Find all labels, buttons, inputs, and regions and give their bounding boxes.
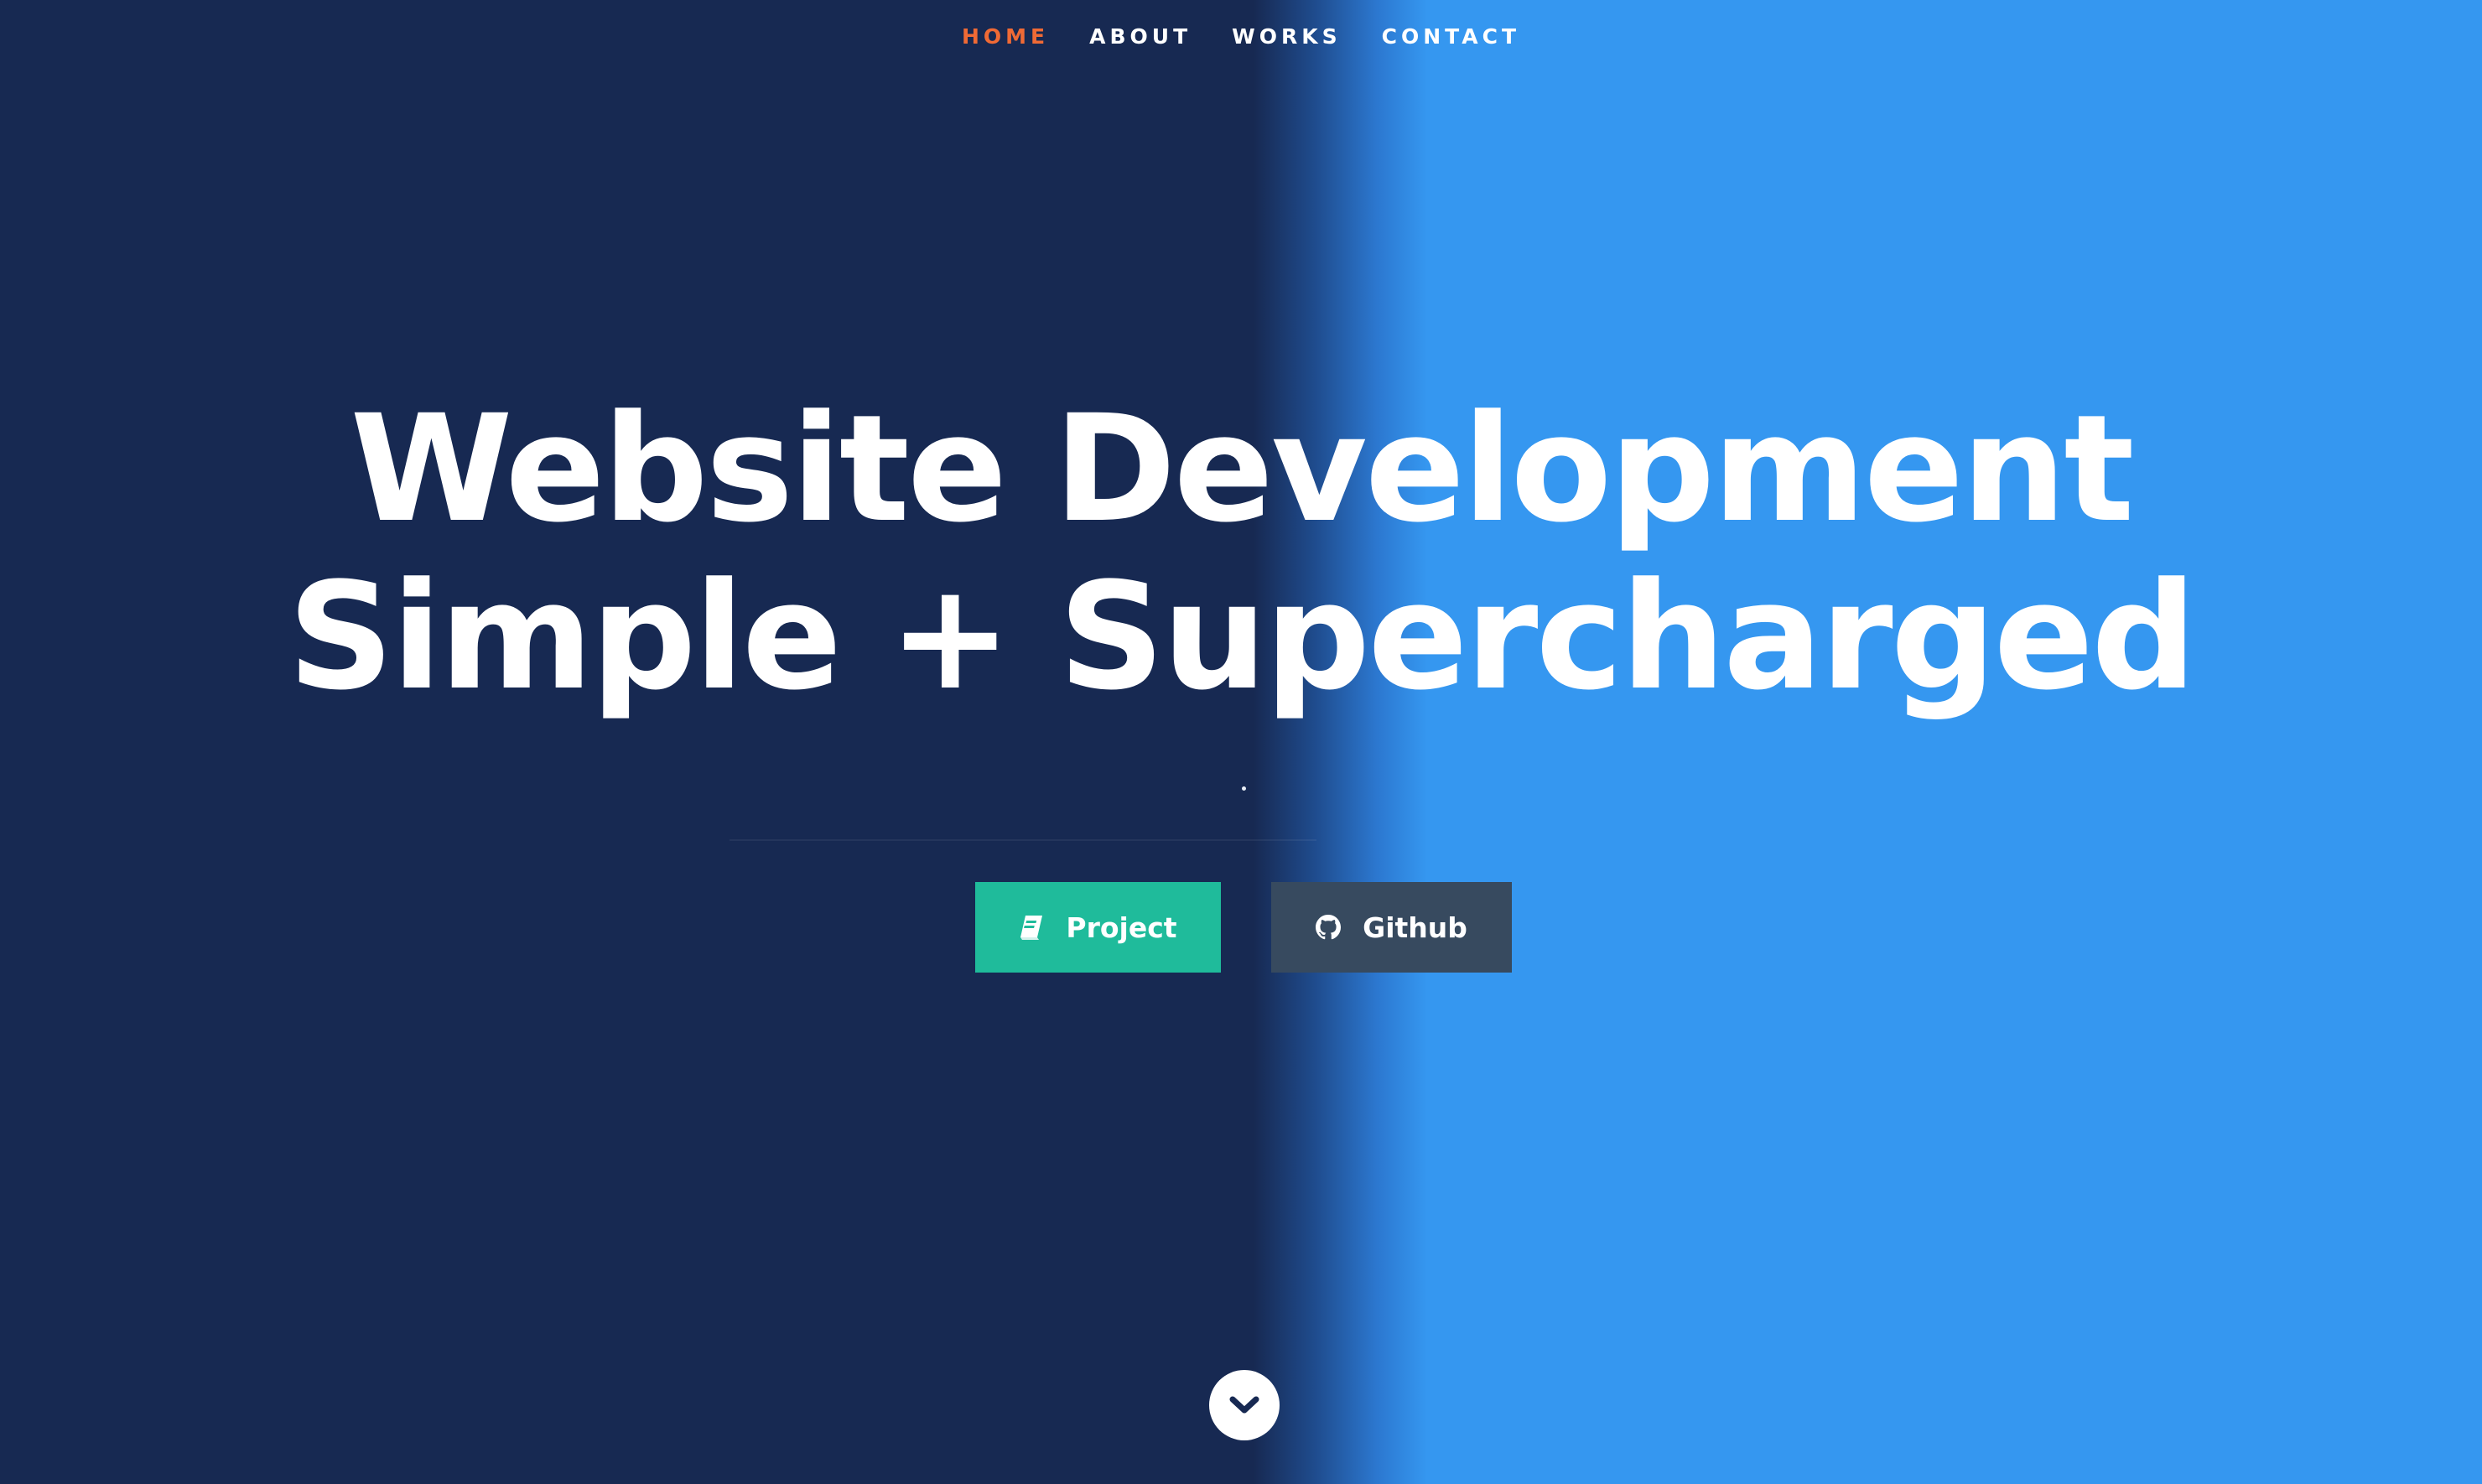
- hero-title-line-1: Website Development: [350, 383, 2134, 555]
- main-nav: HOME ABOUT WORKS CONTACT: [0, 0, 2482, 72]
- github-button[interactable]: Github: [1271, 882, 1512, 973]
- hero-title-line-2: Simple + Supercharged: [288, 551, 2197, 723]
- decorative-dot: [1242, 786, 1246, 791]
- nav-item-contact[interactable]: CONTACT: [1382, 24, 1520, 49]
- nav-item-about[interactable]: ABOUT: [1089, 24, 1192, 49]
- chevron-down-icon: [1228, 1394, 1260, 1416]
- hero-heading: Website Development Simple + Supercharge…: [0, 386, 2482, 721]
- github-icon: [1316, 915, 1342, 940]
- nav-item-home[interactable]: HOME: [962, 24, 1049, 49]
- hero-divider: [730, 839, 1316, 841]
- project-button[interactable]: Project: [975, 882, 1221, 973]
- project-button-label: Project: [1066, 911, 1177, 944]
- nav-item-works[interactable]: WORKS: [1232, 24, 1341, 49]
- book-icon: [1019, 914, 1044, 941]
- github-button-label: Github: [1363, 911, 1467, 944]
- scroll-down-button[interactable]: [1209, 1370, 1280, 1440]
